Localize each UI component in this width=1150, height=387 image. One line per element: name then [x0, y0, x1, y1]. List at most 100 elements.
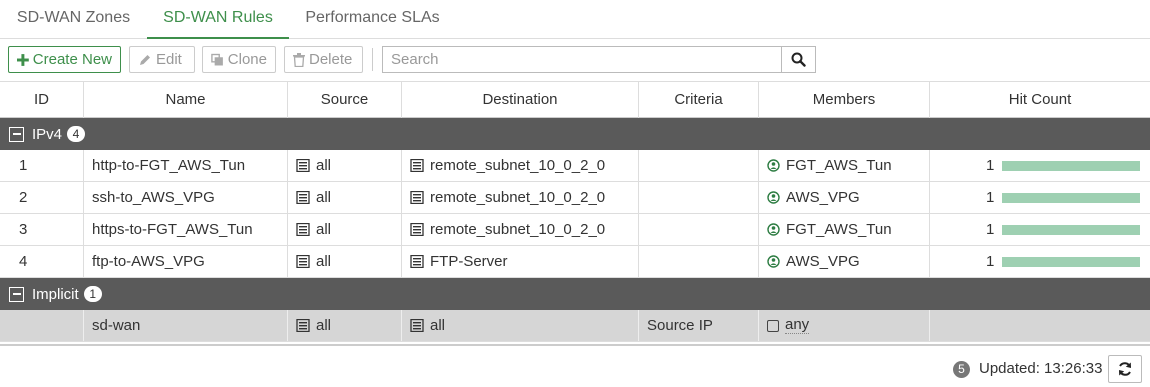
- column-header-members[interactable]: Members: [759, 82, 930, 118]
- toolbar-divider: [372, 48, 373, 71]
- cell-id: 2: [0, 182, 84, 213]
- cell-destination: remote_subnet_10_0_2_0: [402, 182, 639, 213]
- cell-id: 1: [0, 150, 84, 181]
- address-icon: [296, 255, 310, 268]
- status-footer: 5 Updated: 13:26:33: [0, 344, 1150, 387]
- cell-destination: FTP-Server: [402, 246, 639, 277]
- search-input[interactable]: [382, 46, 782, 73]
- delete-button[interactable]: Delete: [284, 46, 363, 73]
- destination-label: remote_subnet_10_0_2_0: [430, 189, 606, 206]
- clone-button[interactable]: Clone: [202, 46, 276, 73]
- create-new-button[interactable]: Create New: [8, 46, 121, 73]
- refresh-button[interactable]: [1108, 355, 1142, 383]
- destination-label: FTP-Server: [430, 253, 508, 270]
- cell-destination: remote_subnet_10_0_2_0: [402, 150, 639, 181]
- member-label: any: [785, 316, 810, 334]
- cell-criteria: Source IP: [639, 310, 759, 341]
- address-icon: [410, 223, 424, 236]
- cell-name: https-to-FGT_AWS_Tun: [84, 214, 288, 245]
- cell-hit-count: 1: [930, 150, 1150, 181]
- search-button[interactable]: [781, 46, 816, 73]
- group-name: IPv4: [32, 125, 63, 143]
- column-header-criteria[interactable]: Criteria: [639, 82, 759, 118]
- group-count-badge: 1: [83, 286, 102, 302]
- cell-hit-count: 1: [930, 246, 1150, 277]
- collapse-icon[interactable]: [9, 286, 24, 302]
- member-label: AWS_VPG: [786, 253, 860, 270]
- cell-name: ftp-to-AWS_VPG: [84, 246, 288, 277]
- updated-timestamp: Updated: 13:26:33: [979, 360, 1103, 377]
- cell-source: all: [288, 182, 402, 213]
- cell-criteria: [639, 214, 759, 245]
- column-header-source[interactable]: Source: [288, 82, 402, 118]
- hit-count-value: 1: [986, 221, 995, 238]
- source-label: all: [316, 157, 332, 174]
- cell-id: [0, 310, 84, 341]
- cell-name: sd-wan: [84, 310, 288, 341]
- source-label: all: [316, 253, 332, 270]
- tab-bar: SD-WAN Zones SD-WAN Rules Performance SL…: [0, 0, 1150, 39]
- search-icon: [791, 52, 806, 67]
- cell-id: 3: [0, 214, 84, 245]
- source-label: all: [316, 317, 332, 334]
- refresh-icon: [1119, 362, 1131, 376]
- hit-count-value: 1: [986, 253, 995, 270]
- plus-icon: [17, 53, 29, 66]
- create-new-label: Create New: [32, 51, 112, 68]
- destination-label: all: [430, 317, 446, 334]
- table-row[interactable]: 2 ssh-to_AWS_VPG all remote_subnet_10_0_2_0…: [0, 182, 1150, 214]
- hit-count-bar: [1002, 193, 1140, 203]
- table-row[interactable]: 4 ftp-to-AWS_VPG all FTP-Server AWS_VPG 1: [0, 246, 1150, 278]
- column-header-destination[interactable]: Destination: [402, 82, 639, 118]
- toolbar: Create New Edit Clone Delete: [0, 39, 1150, 81]
- column-header-hit-count[interactable]: Hit Count: [930, 82, 1150, 118]
- interface-icon: [767, 255, 780, 268]
- cell-members: FGT_AWS_Tun: [759, 150, 930, 181]
- member-label: FGT_AWS_Tun: [786, 221, 892, 238]
- group-header-implicit[interactable]: Implicit 1: [0, 278, 1150, 310]
- total-count-badge: 5: [953, 361, 970, 378]
- destination-label: remote_subnet_10_0_2_0: [430, 157, 606, 174]
- address-icon: [296, 319, 310, 332]
- address-icon: [296, 159, 310, 172]
- group-count-badge: 4: [67, 126, 86, 142]
- delete-label: Delete: [309, 51, 353, 68]
- member-label: AWS_VPG: [786, 189, 860, 206]
- tab-sdwan-rules[interactable]: SD-WAN Rules: [147, 0, 289, 39]
- cell-members: FGT_AWS_Tun: [759, 214, 930, 245]
- edit-button[interactable]: Edit: [129, 46, 195, 73]
- hit-count-value: 1: [986, 157, 995, 174]
- hit-count-bar: [1002, 161, 1140, 171]
- table-row[interactable]: 1 http-to-FGT_AWS_Tun all remote_subnet_10_…: [0, 150, 1150, 182]
- cell-hit-count: 1: [930, 182, 1150, 213]
- source-label: all: [316, 221, 332, 238]
- clone-icon: [211, 53, 223, 65]
- cell-members: any: [759, 310, 930, 341]
- hit-count-bar: [1002, 257, 1140, 267]
- clone-label: Clone: [227, 51, 267, 68]
- pencil-icon: [140, 54, 150, 65]
- cell-destination: remote_subnet_10_0_2_0: [402, 214, 639, 245]
- tab-sdwan-zones[interactable]: SD-WAN Zones: [0, 0, 147, 39]
- cell-members: AWS_VPG: [759, 182, 930, 213]
- cell-criteria: [639, 246, 759, 277]
- hit-count-value: 1: [986, 189, 995, 206]
- hit-count-bar: [1002, 225, 1140, 235]
- interface-icon: [767, 159, 780, 172]
- destination-label: remote_subnet_10_0_2_0: [430, 221, 606, 238]
- cell-hit-count: 1: [930, 214, 1150, 245]
- collapse-icon[interactable]: [9, 126, 24, 142]
- interface-icon: [767, 191, 780, 204]
- edit-label: Edit: [156, 51, 182, 68]
- tab-performance-slas[interactable]: Performance SLAs: [289, 0, 456, 39]
- checkbox-icon: [767, 319, 779, 332]
- cell-source: all: [288, 150, 402, 181]
- group-name: Implicit: [32, 285, 79, 303]
- cell-id: 4: [0, 246, 84, 277]
- table-row-implicit[interactable]: sd-wan all all Source IP any: [0, 310, 1150, 342]
- cell-members: AWS_VPG: [759, 246, 930, 277]
- column-header-name[interactable]: Name: [84, 82, 288, 118]
- column-header-id[interactable]: ID: [0, 82, 84, 118]
- group-header-ipv4[interactable]: IPv4 4: [0, 118, 1150, 150]
- table-row[interactable]: 3 https-to-FGT_AWS_Tun all remote_subnet_10…: [0, 214, 1150, 246]
